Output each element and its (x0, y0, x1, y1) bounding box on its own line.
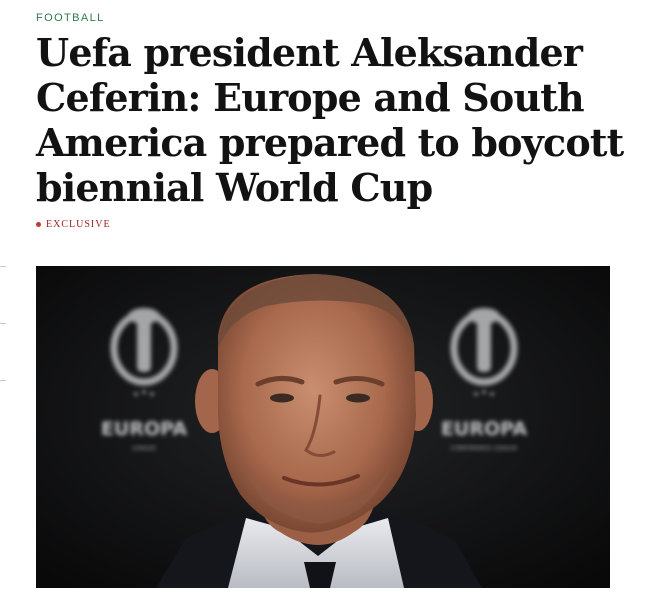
exclusive-tag: EXCLUSIVE (36, 219, 111, 230)
tag-dot-icon (36, 222, 41, 227)
europa-subtext-right: CONFERENCE LEAGUE (451, 445, 518, 452)
tag-label: EXCLUSIVE (46, 219, 111, 230)
europa-subtext-left: LEAGUE (132, 445, 156, 452)
article-photo: EUROPA LEAGUE EUROPA CONFERENCE LEAGUE (36, 266, 610, 588)
section-link[interactable]: FOOTBALL (36, 12, 105, 24)
edge-divider (0, 380, 6, 381)
europa-text-right: EUROPA (441, 418, 527, 440)
article-headline: Uefa president Aleksander Ceferin: Europ… (36, 30, 624, 210)
europa-text-left: EUROPA (101, 418, 187, 440)
edge-divider (0, 266, 6, 267)
edge-divider (0, 323, 6, 324)
